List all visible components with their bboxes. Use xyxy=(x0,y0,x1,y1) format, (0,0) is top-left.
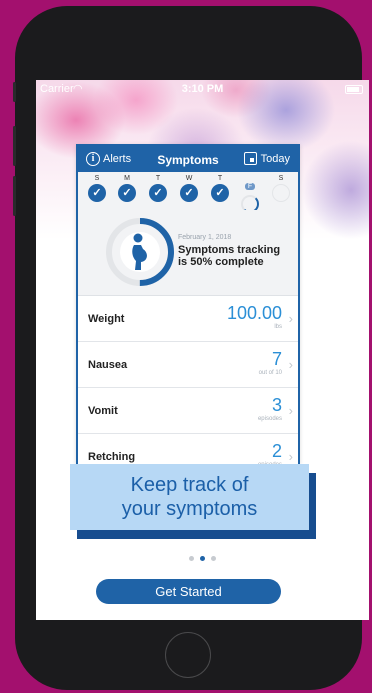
nav-bar: i Alerts Symptoms Today xyxy=(78,146,298,172)
progress-summary: February 1, 2018 Symptoms tracking is 50… xyxy=(78,210,298,296)
chevron-right-icon: › xyxy=(288,311,293,326)
phone-screen: Carrier ◠ 3:10 PM i Alerts Symptoms Toda… xyxy=(36,80,369,620)
page-dot[interactable] xyxy=(189,556,194,561)
week-strip: S ✓ M ✓ T ✓ W ✓ T ✓ F S xyxy=(78,172,298,213)
symptom-row-weight[interactable]: Weight 100.00 lbs › xyxy=(78,296,298,342)
value-number: 100.00 xyxy=(226,303,282,323)
home-button[interactable] xyxy=(165,632,211,678)
status-bar: Carrier ◠ 3:10 PM xyxy=(36,80,369,100)
chevron-right-icon: › xyxy=(288,449,293,464)
today-button[interactable]: Today xyxy=(243,152,290,165)
day-letter: S xyxy=(94,175,100,182)
symptom-value: 2 episodes xyxy=(258,442,282,464)
today-label: Today xyxy=(260,152,290,165)
value-number: 7 xyxy=(271,349,282,369)
progress-ring xyxy=(106,218,174,286)
symptom-name: Vomit xyxy=(88,405,118,417)
checkmark-icon: ✓ xyxy=(149,184,167,202)
battery-icon xyxy=(345,85,363,94)
symptom-row-vomit[interactable]: Vomit 3 episodes › xyxy=(78,388,298,434)
symptoms-preview-card: i Alerts Symptoms Today S ✓ M ✓ T ✓ W ✓ … xyxy=(76,144,300,464)
checkmark-icon: ✓ xyxy=(211,184,229,202)
value-unit: out of 10 xyxy=(258,370,282,376)
day-letter-selected: F xyxy=(244,183,256,190)
volume-up-button xyxy=(13,126,16,166)
checkmark-icon: ✓ xyxy=(180,184,198,202)
day-friday[interactable]: F xyxy=(239,175,261,213)
progress-message: Symptoms tracking is 50% complete xyxy=(178,244,281,268)
device-stage: Carrier ◠ 3:10 PM i Alerts Symptoms Toda… xyxy=(0,0,372,693)
chevron-right-icon: › xyxy=(288,403,293,418)
checkmark-icon: ✓ xyxy=(118,184,136,202)
symptom-value: 3 episodes xyxy=(258,396,282,422)
symptom-name: Retching xyxy=(88,451,136,463)
progress-text: February 1, 2018 Symptoms tracking is 50… xyxy=(178,234,288,268)
banner-line-1: Keep track of xyxy=(130,474,249,496)
symptom-value: 100.00 lbs xyxy=(227,304,282,330)
symptom-name: Nausea xyxy=(88,359,128,371)
silent-switch xyxy=(13,82,16,102)
progress-date: February 1, 2018 xyxy=(178,234,232,241)
day-letter: M xyxy=(124,175,130,182)
day-letter: T xyxy=(217,175,223,182)
symptom-value: 7 out of 10 xyxy=(259,350,282,376)
day-tuesday[interactable]: T ✓ xyxy=(147,175,169,202)
calendar-icon xyxy=(243,152,257,165)
empty-progress-icon xyxy=(272,184,290,202)
day-saturday[interactable]: S xyxy=(270,175,292,202)
symptom-name: Weight xyxy=(88,313,125,325)
feature-banner: Keep track of your symptoms xyxy=(70,464,309,530)
symptom-row-nausea[interactable]: Nausea 7 out of 10 › xyxy=(78,342,298,388)
day-monday[interactable]: M ✓ xyxy=(116,175,138,202)
chevron-right-icon: › xyxy=(288,357,293,372)
day-letter: W xyxy=(185,175,193,182)
symptom-row-retching[interactable]: Retching 2 episodes › xyxy=(78,434,298,464)
page-dot[interactable] xyxy=(211,556,216,561)
get-started-button[interactable]: Get Started xyxy=(96,579,281,604)
day-letter: T xyxy=(155,175,161,182)
checkmark-icon: ✓ xyxy=(88,184,106,202)
day-thursday[interactable]: T ✓ xyxy=(209,175,231,202)
day-wednesday[interactable]: W ✓ xyxy=(178,175,200,202)
clock: 3:10 PM xyxy=(181,83,224,95)
page-dot-active[interactable] xyxy=(200,556,205,561)
value-number: 3 xyxy=(271,395,282,415)
day-sunday[interactable]: S ✓ xyxy=(86,175,108,202)
value-unit: lbs xyxy=(274,324,282,330)
page-indicator[interactable] xyxy=(36,548,369,566)
value-unit: episodes xyxy=(257,416,282,422)
banner-line-2: your symptoms xyxy=(121,498,258,520)
day-letter: S xyxy=(278,175,284,182)
volume-down-button xyxy=(13,176,16,216)
value-number: 2 xyxy=(271,441,282,461)
